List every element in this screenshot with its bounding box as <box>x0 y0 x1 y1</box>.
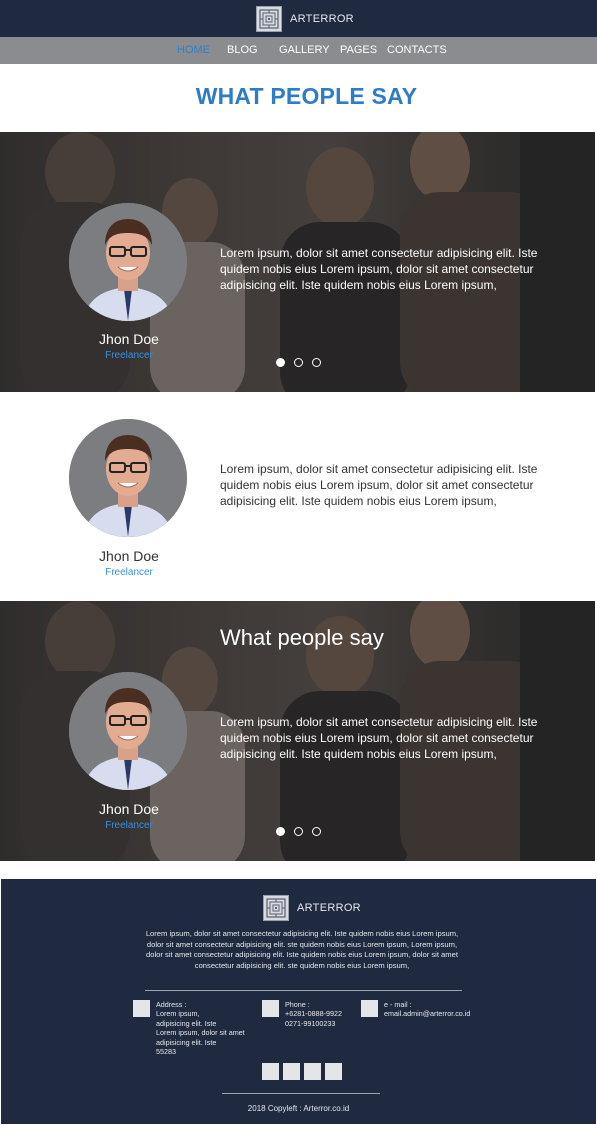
nav-blog[interactable]: BLOG <box>227 44 258 56</box>
social-links <box>262 1063 342 1080</box>
person-name: Jhon Doe <box>99 331 159 347</box>
slider-dot[interactable] <box>294 358 303 367</box>
person-role: Freelancer <box>105 567 153 578</box>
avatar <box>69 672 187 790</box>
contact-line: Lorem ipsum, dolor sit amet <box>156 1028 245 1038</box>
top-header: ARTERROR <box>0 0 597 37</box>
contact-line[interactable]: +6281-0888-9922 <box>285 1009 342 1018</box>
testimonial-quote: Lorem ipsum, dolor sit amet consectetur … <box>220 462 538 508</box>
logo-icon <box>256 5 282 32</box>
copyright: 2018 Copyleft : Arterror.co.id <box>247 1104 350 1113</box>
brand-name: ARTERROR <box>297 902 361 914</box>
slider-dots <box>276 358 321 367</box>
contact-label: e - mail : <box>384 1000 412 1009</box>
testimonial-quote: Lorem ipsum, dolor sit amet consectetur … <box>220 715 538 761</box>
nav-pages[interactable]: PAGES <box>340 44 377 56</box>
brand-name: ARTERROR <box>290 12 354 25</box>
slider-dot[interactable] <box>312 358 321 367</box>
logo-icon <box>263 895 289 921</box>
location-icon <box>133 1000 150 1017</box>
contact-line: Lorem ipsum, <box>156 1009 200 1019</box>
social-icon-1[interactable] <box>262 1063 279 1080</box>
slider-dots <box>276 827 321 836</box>
main-nav: HOME BLOG GALLERY PAGES CONTACTS <box>0 37 597 64</box>
footer-divider <box>145 990 462 991</box>
avatar <box>69 203 187 321</box>
nav-home[interactable]: HOME <box>177 44 210 56</box>
contact-email: e - mail : email.admin@arterror.co.id <box>361 1000 470 1019</box>
slide-title: What people say <box>220 625 384 650</box>
avatar <box>69 419 187 537</box>
footer-divider <box>222 1093 380 1094</box>
contact-line[interactable]: email.admin@arterror.co.id <box>384 1009 470 1018</box>
contact-phone: Phone : +6281-0888-9922 0271-99100233 <box>262 1000 342 1028</box>
social-icon-3[interactable] <box>304 1063 321 1080</box>
nav-contacts[interactable]: CONTACTS <box>387 44 447 56</box>
section-title: WHAT PEOPLE SAY <box>195 83 418 109</box>
brand[interactable]: ARTERROR <box>256 5 354 32</box>
person-name: Jhon Doe <box>99 801 159 817</box>
contact-address: Address : Lorem ipsum, adipisicing elit.… <box>133 1000 245 1056</box>
social-icon-2[interactable] <box>283 1063 300 1080</box>
slider-dot[interactable] <box>312 827 321 836</box>
slider-dot-active[interactable] <box>276 827 285 836</box>
contact-label: Phone : <box>285 1000 310 1009</box>
footer: ARTERROR Lorem ipsum, dolor sit amet con… <box>1 879 596 1124</box>
slider-dot[interactable] <box>294 827 303 836</box>
person-name: Jhon Doe <box>99 548 159 564</box>
contact-line: adipisicing elit. Iste <box>156 1037 217 1047</box>
social-icon-4[interactable] <box>325 1063 342 1080</box>
contact-line[interactable]: 0271-99100233 <box>285 1019 342 1028</box>
footer-brand[interactable]: ARTERROR <box>263 895 361 921</box>
footer-description: Lorem ipsum, dolor sit amet consectetur … <box>145 929 459 970</box>
contact-label: Address : <box>156 1000 187 1009</box>
phone-icon <box>262 1000 279 1017</box>
testimonial-quote: Lorem ipsum, dolor sit amet consectetur … <box>220 246 538 292</box>
email-icon <box>361 1000 378 1017</box>
person-role: Freelancer <box>105 820 153 831</box>
contact-line: adipisicing elit. Iste <box>156 1018 217 1028</box>
slider-dot-active[interactable] <box>276 358 285 367</box>
nav-gallery[interactable]: GALLERY <box>279 44 330 56</box>
person-role: Freelancer <box>105 350 153 361</box>
contact-line: 55283 <box>156 1047 176 1057</box>
